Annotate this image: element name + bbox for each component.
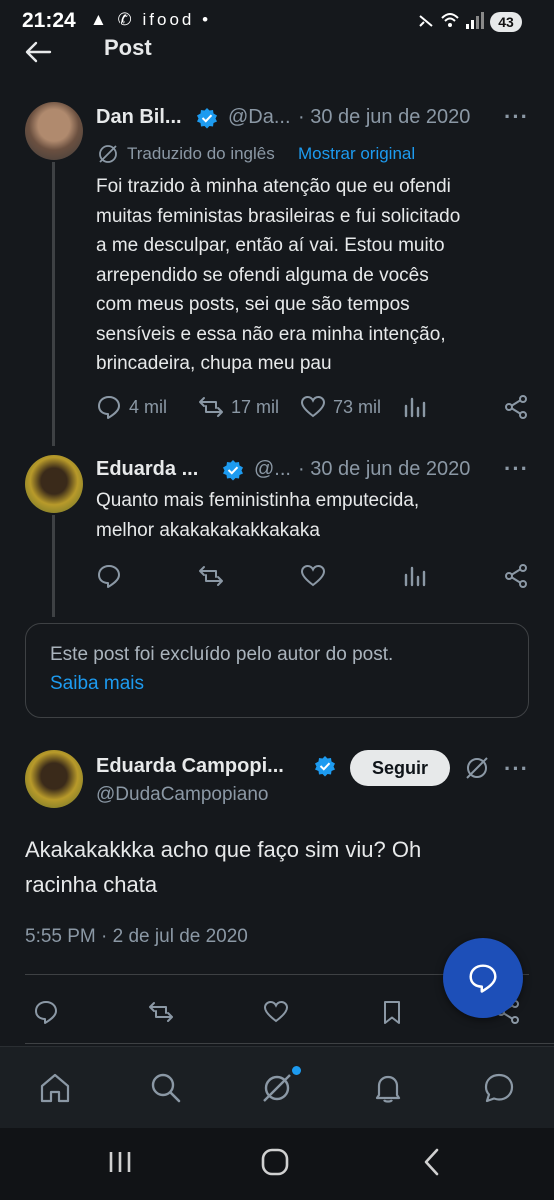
messages-icon[interactable] [482,1071,516,1110]
notification-icons: ▲ ✆ ifood • [90,10,212,29]
repost-count: 17 mil [231,396,280,417]
post-text: Quanto mais feministinha emputecida, mel… [96,486,536,545]
share-icon [505,564,527,588]
grok-icon[interactable] [260,1071,294,1110]
share-button[interactable] [503,394,529,420]
notification-dot [292,1066,301,1075]
header: Post [0,30,554,75]
author-name[interactable]: Eduarda ... [96,458,198,481]
post-text-line: melhor akakakakakkakaka [96,519,320,541]
reply-button[interactable] [33,999,59,1025]
post-date[interactable]: · 30 de jun de 2020 [298,458,470,481]
more-options-icon[interactable]: ··· [504,756,529,782]
learn-more-link[interactable]: Saiba mais [50,673,144,695]
bookmark-icon [384,1001,400,1024]
bottom-navigation [0,1046,554,1128]
like-button[interactable] [300,563,326,589]
share-icon [505,395,527,419]
views-button[interactable] [402,394,428,420]
reply-count: 4 mil [129,396,168,417]
views-button[interactable] [402,563,428,589]
repost-icon [199,397,223,417]
home-icon[interactable] [38,1071,72,1110]
reply-icon [98,396,120,419]
compose-reply-button[interactable] [443,938,523,1018]
author-handle: @... [254,458,291,480]
verified-badge-icon [196,107,218,129]
post-date[interactable]: · 30 de jun de 2020 [298,106,470,129]
main-post-text: Akakakakkka acho que faço sim viu? Oh ra… [25,832,525,902]
reply-icon [98,565,120,588]
heart-icon [300,564,326,587]
page-title: Post [104,35,152,60]
repost-button[interactable]: 17 mil [198,394,279,420]
analytics-icon [404,566,426,587]
thread-line [52,515,55,617]
more-options-icon[interactable]: ··· [504,456,529,482]
back-arrow-icon[interactable] [22,36,54,68]
reply-icon [35,1001,57,1024]
reply-button[interactable] [96,563,122,589]
heart-icon [300,395,326,418]
divider [25,1043,554,1044]
system-back-icon[interactable] [418,1147,446,1182]
verified-badge-icon [222,459,244,481]
post-text-line: brincadeira, chupa meu pau [96,353,332,374]
share-button[interactable] [503,563,529,589]
post-text-line: sensíveis e essa não era minha intenção, [96,323,446,345]
analytics-icon [404,397,426,418]
recent-apps-icon[interactable] [106,1148,134,1181]
post-text-line: com meus posts, sei que são tempos [96,294,410,315]
show-original-link[interactable]: Mostrar original [298,144,415,164]
bell-icon[interactable] [371,1071,405,1110]
post-text-line: Quanto mais feministinha emputecida, [96,490,420,511]
deleted-notice-text: Este post foi excluído pelo autor do pos… [50,644,394,665]
repost-icon [149,1002,173,1022]
like-button[interactable]: 73 mil [300,394,381,420]
follow-button[interactable]: Seguir [350,750,450,786]
translated-label: Traduzido do inglês [127,144,275,163]
post-text-line: Foi trazido à minha atenção que eu ofend… [96,176,451,197]
post-text-line: a me desculpar, então aí vai. Estou muit… [96,235,445,256]
system-navigation-bar [0,1128,554,1200]
avatar[interactable] [25,750,83,808]
like-count: 73 mil [333,396,382,417]
post-text-line: arrependido se ofendi alguma de vocês [96,264,429,286]
post-text-line: Akakakakkka acho que faço sim viu? Oh [25,837,422,862]
translate-icon [96,142,120,171]
battery-indicator: 43 [490,12,522,32]
verified-badge-icon [314,755,336,777]
thread-line [52,162,55,446]
repost-button[interactable] [148,999,174,1025]
search-icon[interactable] [149,1071,183,1110]
reply-plus-icon [469,964,497,993]
author-name[interactable]: Eduarda Campopi... [96,755,284,778]
repost-icon [199,566,223,586]
grok-icon[interactable] [464,755,490,786]
post-text-line: muitas feministas brasileiras e fui soli… [96,205,461,227]
reply-button[interactable]: 4 mil [96,394,167,420]
like-button[interactable] [263,999,289,1025]
home-button-icon[interactable] [260,1147,290,1182]
more-options-icon[interactable]: ··· [504,104,529,130]
avatar[interactable] [25,102,83,160]
post-text-line: racinha chata [25,872,158,897]
deleted-post-notice: Este post foi excluído pelo autor do pos… [25,623,529,718]
author-handle: @Da... [228,106,291,128]
repost-button[interactable] [198,563,224,589]
post-timestamp[interactable]: 5:55 PM · 2 de jul de 2020 [25,926,248,948]
post-text: Foi trazido à minha atenção que eu ofend… [96,172,536,379]
avatar[interactable] [25,455,83,513]
bookmark-button[interactable] [379,999,405,1025]
author-handle: @DudaCampopiano [96,784,269,805]
heart-icon [263,1000,289,1023]
author-name[interactable]: Dan Bil... [96,106,182,129]
